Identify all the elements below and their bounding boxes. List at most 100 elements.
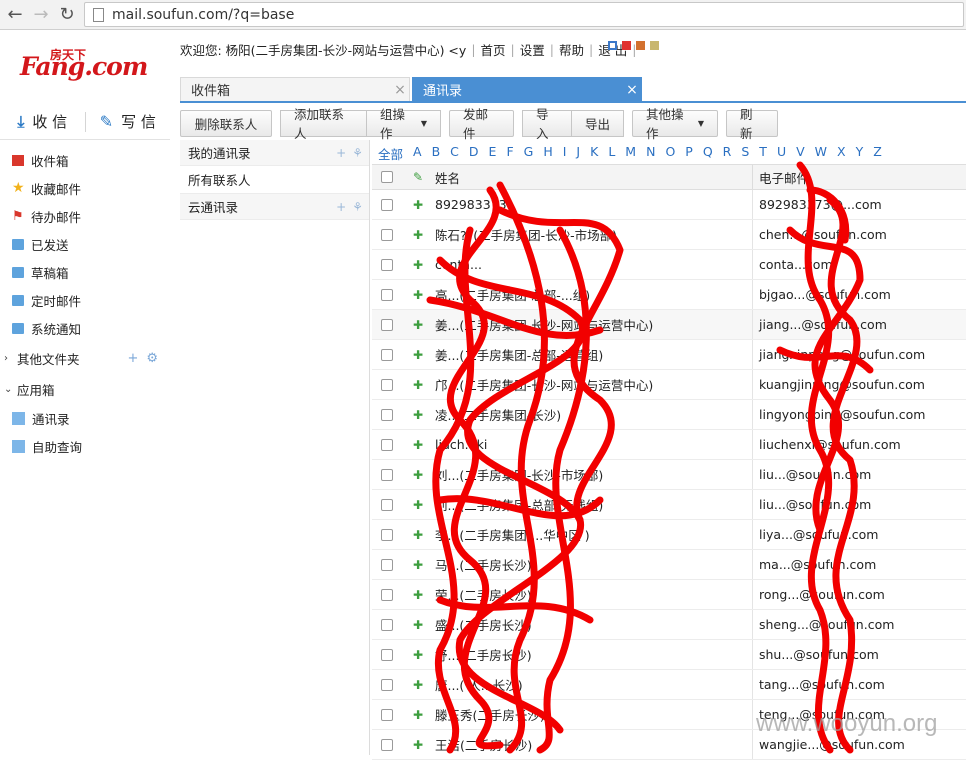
contact-name[interactable]: 马...(二手房长沙) <box>434 555 752 574</box>
table-row[interactable]: ✚ 李...(二手房集团-...华中区 ) liya...@soufun.com <box>372 520 966 550</box>
contact-email[interactable]: 892983373@...com <box>752 190 966 219</box>
add-icon[interactable]: + <box>336 146 346 160</box>
add-icon[interactable]: + <box>127 351 138 366</box>
alpha-filter-v[interactable]: V <box>796 144 805 163</box>
add-contact-icon[interactable]: ✚ <box>402 588 434 602</box>
contact-name[interactable]: conta... <box>434 257 752 272</box>
add-contact-icon[interactable]: ✚ <box>402 348 434 362</box>
row-checkbox[interactable] <box>381 198 393 211</box>
alpha-filter-g[interactable]: G <box>524 144 534 163</box>
alpha-filter-y[interactable]: Y <box>856 144 864 163</box>
contact-email[interactable]: liuchenxi@soufun.com <box>752 430 966 459</box>
skin-swatch-orange[interactable] <box>636 41 645 50</box>
delete-contact-button[interactable]: 删除联系人 <box>180 109 272 137</box>
alpha-filter-z[interactable]: Z <box>873 144 882 163</box>
table-row[interactable]: ✚ 刘...(二手房集团-长沙-市场部) liu...@soufun.com <box>372 460 966 490</box>
alpha-filter-f[interactable]: F <box>506 144 513 163</box>
sidebar-item-todo[interactable]: ⚑ 待办邮件 <box>0 202 170 230</box>
row-checkbox[interactable] <box>381 738 393 751</box>
close-icon[interactable]: × <box>623 82 641 98</box>
alpha-filter-all[interactable]: 全部 <box>378 144 403 163</box>
receive-button[interactable]: ⤓ 收 信 <box>0 111 85 132</box>
contact-email[interactable]: tang...@soufun.com <box>752 670 966 699</box>
alpha-filter-s[interactable]: S <box>741 144 749 163</box>
contact-email[interactable]: sheng...@soufun.com <box>752 610 966 639</box>
contact-name[interactable]: 892983373 <box>434 197 752 212</box>
import-button[interactable]: 导入 <box>522 107 572 141</box>
alpha-filter-r[interactable]: R <box>723 144 732 163</box>
table-row[interactable]: ✚ 凌...(二手房集团-长沙) lingyongping@soufun.com <box>372 400 966 430</box>
alpha-filter-o[interactable]: O <box>665 144 675 163</box>
contact-email[interactable]: ma...@soufun.com <box>752 550 966 579</box>
back-icon[interactable]: ← <box>4 4 26 26</box>
sidebar-item-inbox[interactable]: 收件箱 <box>0 146 170 174</box>
sidebar-item-scheduled[interactable]: 定时邮件 <box>0 286 170 314</box>
contact-name[interactable]: 凌...(二手房集团-长沙) <box>434 405 752 424</box>
row-checkbox[interactable] <box>381 528 393 541</box>
add-contact-icon[interactable]: ✚ <box>402 288 434 302</box>
contact-name[interactable]: 盛...(二手房长沙) <box>434 615 752 634</box>
add-contact-icon[interactable]: ✚ <box>402 528 434 542</box>
alpha-filter-c[interactable]: C <box>450 144 459 163</box>
forward-icon[interactable]: → <box>30 4 52 26</box>
reload-icon[interactable]: ↻ <box>56 4 78 26</box>
add-contact-icon[interactable]: ✚ <box>402 678 434 692</box>
contact-name[interactable]: liuch...ki <box>434 437 752 452</box>
other-folders-header[interactable]: › 其他文件夹 + ⚙ <box>0 342 170 374</box>
all-contacts-item[interactable]: 所有联系人 <box>180 166 369 194</box>
alpha-filter-k[interactable]: K <box>590 144 598 163</box>
add-icon[interactable]: + <box>336 200 346 214</box>
alpha-filter-w[interactable]: W <box>815 144 827 163</box>
add-contact-icon[interactable]: ✚ <box>402 738 434 752</box>
contact-name[interactable]: 舒...(二手房长沙) <box>434 645 752 664</box>
table-row[interactable]: ✚ 刘...(二手房集团-总部-无线组) liu...@soufun.com <box>372 490 966 520</box>
contact-email[interactable]: conta...com <box>752 250 966 279</box>
alpha-filter-t[interactable]: T <box>759 144 767 163</box>
table-row[interactable]: ✚ 892983373 892983373@...com <box>372 190 966 220</box>
add-contact-icon[interactable]: ✚ <box>402 318 434 332</box>
table-row[interactable]: ✚ 唐...( 人...长沙) tang...@soufun.com <box>372 670 966 700</box>
contact-email[interactable]: jiangxinpeng@soufun.com <box>752 340 966 369</box>
alpha-filter-i[interactable]: I <box>563 144 567 163</box>
sidebar-item-contacts[interactable]: 通讯录 <box>0 404 170 432</box>
close-icon[interactable]: × <box>391 82 409 98</box>
sidebar-item-system-notice[interactable]: 系统通知 <box>0 314 170 342</box>
group-ops-button[interactable]: 组操作 ▼ <box>367 107 441 141</box>
skin-swatch-red[interactable] <box>622 41 631 50</box>
tab-inbox[interactable]: 收件箱 × <box>180 77 410 101</box>
apps-header[interactable]: ⌄ 应用箱 <box>0 374 170 404</box>
contact-email[interactable]: chen...@soufun.com <box>752 220 966 249</box>
url-text[interactable]: mail.soufun.com/?q=base <box>112 7 294 23</box>
row-checkbox[interactable] <box>381 498 393 511</box>
alpha-filter-a[interactable]: A <box>413 144 422 163</box>
add-contact-icon[interactable]: ✚ <box>402 438 434 452</box>
contact-name[interactable]: 姜...(二手房集团-长沙-网站与运营中心) <box>434 315 752 334</box>
row-checkbox[interactable] <box>381 708 393 721</box>
settings-icon[interactable]: ⚘ <box>352 200 363 214</box>
alpha-filter-b[interactable]: B <box>432 144 441 163</box>
row-checkbox[interactable] <box>381 678 393 691</box>
column-header-email[interactable]: 电子邮件 <box>752 165 966 189</box>
alpha-filter-n[interactable]: N <box>646 144 655 163</box>
table-row[interactable]: ✚ 盛...(二手房长沙) sheng...@soufun.com <box>372 610 966 640</box>
row-checkbox[interactable] <box>381 558 393 571</box>
row-checkbox[interactable] <box>381 378 393 391</box>
skin-swatch-blue[interactable] <box>608 41 617 50</box>
contact-name[interactable]: 滕玉秀(二手房长沙) <box>434 705 752 724</box>
contact-email[interactable]: rong...@soufun.com <box>752 580 966 609</box>
row-checkbox[interactable] <box>381 228 393 241</box>
row-checkbox[interactable] <box>381 408 393 421</box>
contact-name[interactable]: 唐...( 人...长沙) <box>434 675 752 694</box>
alpha-filter-j[interactable]: J <box>576 144 580 163</box>
row-checkbox[interactable] <box>381 648 393 661</box>
add-contact-icon[interactable]: ✚ <box>402 198 434 212</box>
table-row[interactable]: ✚ 姜...(二手房集团-长沙-网站与运营中心) jiang...@soufun.c… <box>372 310 966 340</box>
row-checkbox[interactable] <box>381 588 393 601</box>
help-link[interactable]: 帮助 <box>559 40 584 59</box>
row-checkbox[interactable] <box>381 618 393 631</box>
gear-icon[interactable]: ⚙ <box>146 351 158 366</box>
add-contact-icon[interactable]: ✚ <box>402 618 434 632</box>
send-mail-button[interactable]: 发邮件 <box>449 107 514 141</box>
contact-email[interactable]: kuangjinping@soufun.com <box>752 370 966 399</box>
add-contact-icon[interactable]: ✚ <box>402 708 434 722</box>
